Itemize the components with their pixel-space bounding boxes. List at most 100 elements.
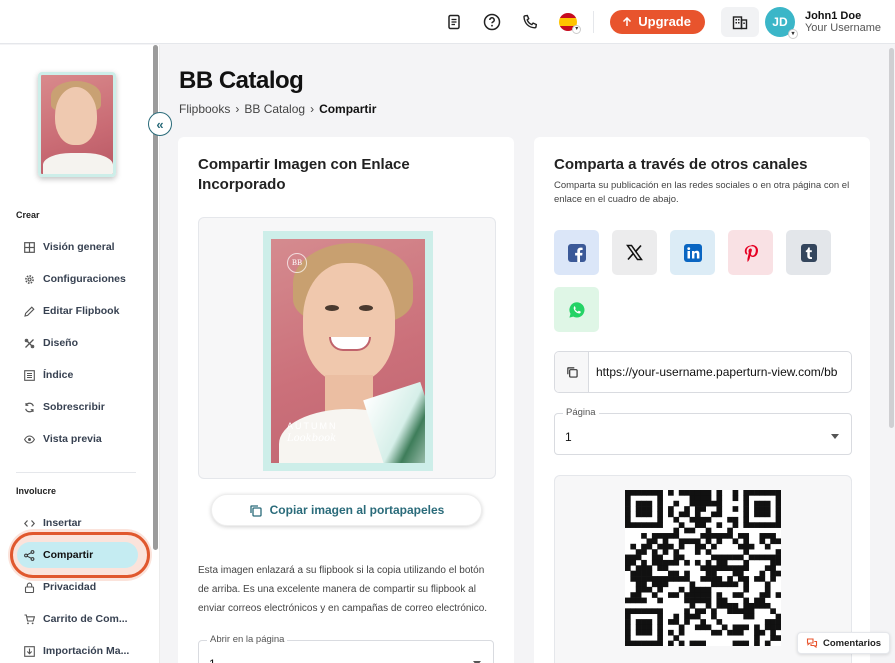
- x-share-button[interactable]: [612, 230, 657, 275]
- qr-module: [743, 613, 750, 620]
- whatsapp-share-button[interactable]: [554, 287, 599, 332]
- avatar[interactable]: JD ▾: [764, 6, 798, 39]
- qr-module: [625, 490, 631, 496]
- qr-module: [721, 554, 728, 561]
- caret-down-icon: [831, 434, 839, 439]
- qr-module: [721, 602, 728, 609]
- qr-module: [668, 570, 674, 577]
- comments-button[interactable]: Comentarios: [797, 632, 891, 654]
- qr-module: [743, 581, 750, 588]
- copy-url-button[interactable]: [555, 352, 589, 392]
- qr-module: [684, 538, 690, 545]
- qr-module: [754, 490, 760, 496]
- qr-module: [635, 506, 642, 512]
- qr-module: [673, 613, 680, 620]
- qr-module: [678, 511, 685, 518]
- qr-module: [651, 559, 658, 566]
- sidebar-item-overwrite[interactable]: Sobrescribir: [24, 397, 144, 417]
- sidebar-item-index[interactable]: Índice: [24, 365, 144, 385]
- sidebar-item-privacy[interactable]: Privacidad: [24, 577, 144, 597]
- qr-module: [770, 608, 776, 615]
- qr-module: [721, 624, 728, 631]
- qr-module: [705, 597, 712, 604]
- qr-module: [743, 500, 750, 507]
- document-icon[interactable]: [443, 11, 465, 33]
- qr-module: [711, 543, 717, 550]
- qr-module: [657, 495, 663, 502]
- qr-module: [759, 538, 766, 545]
- sidebar-item-preview[interactable]: Vista previa: [24, 429, 144, 449]
- qr-module: [635, 500, 642, 507]
- tumblr-share-button[interactable]: [786, 230, 831, 275]
- breadcrumb-flipbooks[interactable]: Flipbooks: [179, 102, 230, 116]
- qr-module: [694, 495, 701, 502]
- sidebar-item-settings[interactable]: Configuraciones: [24, 269, 144, 289]
- qr-module: [684, 576, 690, 582]
- qr-code[interactable]: [625, 490, 782, 647]
- facebook-share-button[interactable]: [554, 230, 599, 275]
- qr-module: [716, 629, 723, 636]
- qr-module: [759, 533, 766, 539]
- qr-module: [651, 581, 658, 588]
- linkedin-share-button[interactable]: [670, 230, 715, 275]
- qr-module: [641, 506, 647, 512]
- breadcrumb-catalog[interactable]: BB Catalog: [244, 102, 305, 116]
- pinterest-share-button[interactable]: [728, 230, 773, 275]
- help-icon[interactable]: [481, 11, 503, 33]
- sidebar-item-share[interactable]: Compartir: [24, 545, 144, 565]
- qr-module: [630, 543, 637, 550]
- qr-module: [694, 597, 701, 604]
- phone-icon[interactable]: [519, 11, 541, 33]
- qr-module: [635, 554, 642, 561]
- qr-module: [737, 608, 744, 615]
- section-label-involve: Involucre: [16, 486, 57, 496]
- qr-module: [775, 559, 782, 566]
- qr-module: [646, 629, 653, 636]
- sidebar-item-design[interactable]: Diseño: [24, 333, 144, 353]
- qr-module: [770, 629, 776, 636]
- sidebar-item-edit-flipbook[interactable]: Editar Flipbook: [24, 301, 144, 321]
- user-username: Your Username: [804, 21, 881, 34]
- user-info[interactable]: John1 Doe Your Username: [805, 10, 881, 34]
- qr-module: [775, 624, 782, 631]
- qr-module: [625, 597, 631, 604]
- upgrade-button[interactable]: Upgrade: [610, 9, 705, 34]
- qr-module: [689, 592, 696, 598]
- qr-module: [727, 554, 733, 561]
- qr-module: [646, 619, 653, 625]
- qr-module: [775, 549, 782, 555]
- organization-button[interactable]: [720, 6, 759, 37]
- qr-module: [668, 490, 674, 496]
- share-icon: [24, 549, 35, 561]
- qr-module: [657, 586, 663, 593]
- sidebar-item-overview[interactable]: Visión general: [24, 237, 144, 257]
- language-flag-icon[interactable]: ▾: [559, 12, 582, 34]
- qr-module: [754, 597, 760, 604]
- open-page-select[interactable]: Abrir en la página 1: [198, 634, 494, 663]
- qr-module: [694, 640, 701, 647]
- page-select[interactable]: Página 1: [554, 407, 852, 455]
- page-scrollbar[interactable]: [889, 48, 894, 428]
- qr-module: [754, 629, 760, 636]
- qr-module: [727, 576, 733, 582]
- copy-icon: [566, 367, 578, 378]
- qr-module: [770, 624, 776, 631]
- qr-module: [646, 565, 653, 571]
- collapse-sidebar-button[interactable]: «: [148, 112, 172, 136]
- qr-module: [775, 522, 782, 528]
- qr-module: [743, 495, 750, 502]
- sidebar-item-import[interactable]: Importación Ma...: [24, 641, 144, 661]
- qr-module: [641, 565, 647, 571]
- qr-module: [716, 511, 723, 518]
- qr-module: [764, 490, 771, 496]
- breadcrumb-current: Compartir: [319, 102, 377, 116]
- qr-module: [641, 490, 647, 496]
- flipbook-thumbnail[interactable]: [38, 72, 116, 177]
- import-icon: [24, 645, 35, 657]
- sidebar-item-shopping-cart[interactable]: Carrito de Com...: [24, 609, 144, 629]
- qr-module: [694, 522, 701, 528]
- copy-image-button[interactable]: Copiar imagen al portapapeles: [211, 494, 482, 526]
- qr-module: [646, 576, 653, 582]
- share-url-field[interactable]: https://your-username.paperturn-view.com…: [554, 351, 852, 393]
- qr-module: [764, 511, 771, 518]
